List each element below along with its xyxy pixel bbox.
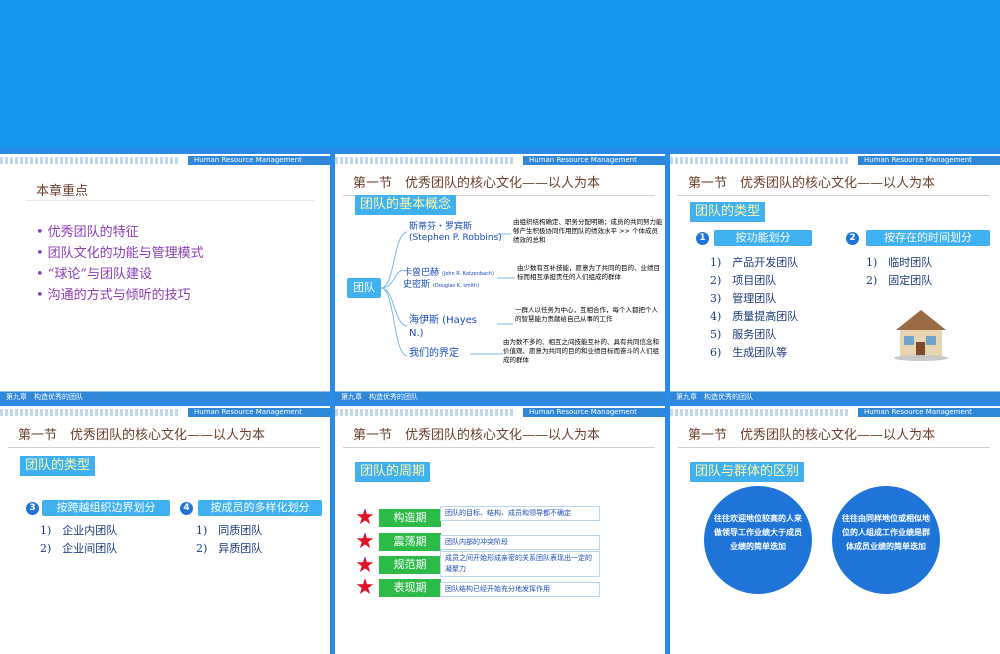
bullet-item: • 沟通的方式与倾听的技巧 xyxy=(36,288,191,303)
slide-header: Human Resource Management xyxy=(0,154,330,166)
slide-title: 第一节 优秀团队的核心文化——以人为本 xyxy=(688,176,936,191)
slide-header: Human Resource Management xyxy=(670,406,1000,418)
stage-description: 成员之间开始形成亲密的关系团队表现出一定的凝聚力 xyxy=(440,551,600,577)
category-pill: 按成员的多样化划分 xyxy=(198,500,322,516)
section-tag: 团队的类型 xyxy=(20,456,96,476)
type-list: 1) 临时团队 2) 固定团队 xyxy=(866,256,933,287)
section-tag: 团队的周期 xyxy=(355,462,431,482)
stage-button: 构造期 xyxy=(379,509,441,527)
category-pill: 按功能划分 xyxy=(714,230,812,246)
definition-author: 海伊斯 (Hayes N.) xyxy=(409,315,478,339)
definition-author: 卡曾巴赫 (John R. Katzenbach) 史密斯 (Douglas K.… xyxy=(403,268,494,290)
slide-title: 本章重点 xyxy=(36,184,89,199)
bullet-list: • 优秀团队的特征 • 团队文化的功能与管理模式 • “球论”与团队建设 • 沟通的方式… xyxy=(36,222,204,306)
stage-description: 团队内部的冲突阶段 xyxy=(440,535,600,550)
definition-text: 由为数不多的、相互之间技能互补的、具有共同信念和价值观、愿意为共同的目的和业绩目… xyxy=(503,338,659,364)
slide-footer: 第九章 构造优秀的团队 xyxy=(335,391,665,402)
definition-text: 由组织结构确定、职务分配明确；成员的共同努力能够产生积极协同作用团队的绩效水平 … xyxy=(513,218,663,244)
slide-thumbnail-6[interactable]: Human Resource Management 第一节 优秀团队的核心文化—… xyxy=(670,406,1000,654)
stage-description: 团队结构已经开始充分地发挥作用 xyxy=(440,582,600,597)
slide-title: 第一节 优秀团队的核心文化——以人为本 xyxy=(688,428,936,443)
type-list: 1) 产品开发团队 2) 项目团队 3) 管理团队 4) 质量提高团队 5) 服务团队… xyxy=(710,256,799,359)
section-tag: 团队与群体的区别 xyxy=(690,462,805,482)
definition-text: 一群人以任务为中心，互相合作，每个人都把个人的智慧能力贡献给自己从事的工作 xyxy=(515,306,658,323)
slide-footer: 第九章 构造优秀的团队 xyxy=(670,391,1000,402)
bullet-item: • “球论”与团队建设 xyxy=(36,267,152,282)
slide-header: Human Resource Management xyxy=(335,406,665,418)
header-label: Human Resource Management xyxy=(188,408,330,417)
stage-button: 表现期 xyxy=(379,579,441,597)
definition-author: 斯蒂芬・罗宾斯 (Stephen P. Robbins) xyxy=(409,222,502,243)
slide-thumbnail-3[interactable]: Human Resource Management 第一节 优秀团队的核心文化—… xyxy=(670,154,1000,402)
type-list: 1) 同质团队 2) 异质团队 xyxy=(196,524,263,555)
number-badge: 2 xyxy=(846,232,859,245)
star-icon: ★ xyxy=(355,575,375,600)
category-pill: 按存在的时间划分 xyxy=(866,230,990,246)
slide-thumbnail-2[interactable]: Human Resource Management 第一节 优秀团队的核心文化—… xyxy=(335,154,665,402)
slide-thumbnail-4[interactable]: Human Resource Management 第一节 优秀团队的核心文化—… xyxy=(0,406,330,654)
star-icon: ★ xyxy=(355,505,375,530)
bullet-item: • 团队文化的功能与管理模式 xyxy=(36,246,204,261)
header-label: Human Resource Management xyxy=(858,156,1000,165)
section-tag: 团队的类型 xyxy=(690,202,766,222)
slide-thumbnail-1[interactable]: Human Resource Management 本章重点 • 优秀团队的特征 … xyxy=(0,154,330,402)
definition-text: 由少数有互补技能，愿意为了共同的目的、业绩目标而相互承担责任的人们组成的群体 xyxy=(517,264,660,281)
slide-footer: 第九章 构造优秀的团队 xyxy=(0,391,330,402)
house-illustration xyxy=(894,310,948,361)
comparison-circle-group: 往往由同样地位或相似地位的人组成工作业绩是群体成员业绩的简单迭加 xyxy=(832,486,940,594)
slide-header: Human Resource Management xyxy=(0,406,330,418)
stage-description: 团队的目标、结构、成员和领导都不确定 xyxy=(440,506,600,521)
top-banner xyxy=(0,0,1000,148)
slide-header: Human Resource Management xyxy=(670,154,1000,166)
slide-title: 第一节 优秀团队的核心文化——以人为本 xyxy=(18,428,266,443)
header-label: Human Resource Management xyxy=(188,156,330,165)
slide-title: 第一节 优秀团队的核心文化——以人为本 xyxy=(353,428,601,443)
bullet-item: • 优秀团队的特征 xyxy=(36,225,139,240)
definition-author: 我们的界定 xyxy=(409,348,459,359)
stage-button: 震荡期 xyxy=(379,533,441,551)
star-icon: ★ xyxy=(355,529,375,554)
number-badge: 1 xyxy=(696,232,709,245)
comparison-circle-team: 往往欢迎地位较高的人来做领导工作业绩大于成员业绩的简单迭加 xyxy=(704,486,812,594)
slide-thumbnail-5[interactable]: Human Resource Management 第一节 优秀团队的核心文化—… xyxy=(335,406,665,654)
header-label: Human Resource Management xyxy=(523,408,665,417)
number-badge: 4 xyxy=(180,502,193,515)
star-icon: ★ xyxy=(355,553,375,578)
header-label: Human Resource Management xyxy=(858,408,1000,417)
stage-button: 规范期 xyxy=(379,556,441,574)
number-badge: 3 xyxy=(26,502,39,515)
category-pill: 按跨越组织边界划分 xyxy=(42,500,170,516)
type-list: 1) 企业内团队 2) 企业间团队 xyxy=(40,524,118,555)
